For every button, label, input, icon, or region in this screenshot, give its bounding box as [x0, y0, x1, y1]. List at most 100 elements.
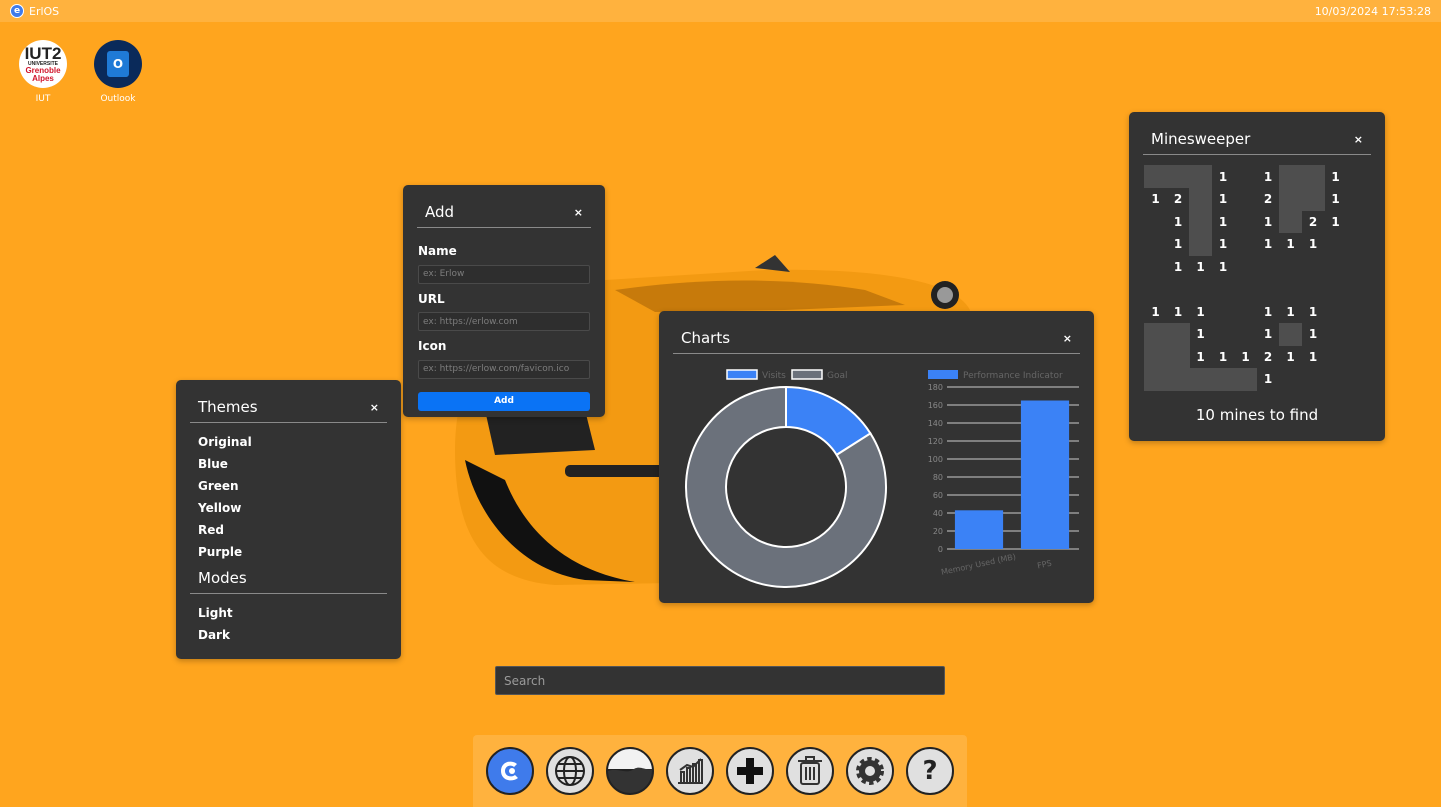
- mine-cell-number[interactable]: 1: [1189, 255, 1212, 278]
- mine-cell-number[interactable]: 1: [1212, 210, 1235, 233]
- mine-cell-number[interactable]: 1: [1302, 233, 1325, 256]
- add-button[interactable]: Add: [418, 391, 590, 411]
- mode-item-light[interactable]: Light: [198, 602, 379, 624]
- mine-cell-number[interactable]: 1: [1257, 368, 1280, 391]
- settings-icon[interactable]: [846, 747, 894, 795]
- mine-cell-number[interactable]: 1: [1257, 165, 1280, 188]
- mine-cell-number[interactable]: 1: [1279, 345, 1302, 368]
- mine-cell-hidden[interactable]: [1189, 232, 1212, 256]
- close-icon[interactable]: ×: [1063, 332, 1072, 345]
- mine-cell-number[interactable]: 1: [1144, 188, 1167, 211]
- mine-cell-number[interactable]: 1: [1324, 210, 1347, 233]
- window-title: Charts: [681, 329, 731, 347]
- mine-cell-hidden[interactable]: [1144, 165, 1167, 188]
- mine-cell-number[interactable]: 1: [1324, 165, 1347, 188]
- mine-cell-number[interactable]: 2: [1257, 345, 1280, 368]
- mine-cell-number[interactable]: 1: [1234, 345, 1257, 368]
- mine-cell-hidden[interactable]: [1144, 345, 1167, 368]
- url-input[interactable]: [418, 312, 590, 331]
- close-icon[interactable]: ×: [1354, 133, 1363, 146]
- mine-cell-number[interactable]: 2: [1302, 210, 1325, 233]
- theme-item-red[interactable]: Red: [198, 519, 379, 541]
- mine-cell-hidden[interactable]: [1189, 210, 1212, 233]
- mine-cell-number[interactable]: 2: [1167, 188, 1190, 211]
- y-tick-label: 120: [928, 437, 943, 446]
- mine-cell-hidden[interactable]: [1279, 322, 1302, 346]
- icon-url-input[interactable]: [418, 359, 590, 379]
- mine-cell-number[interactable]: 1: [1302, 345, 1325, 368]
- x-tick-label: Memory Used (MB): [940, 552, 1016, 577]
- bar: [1020, 400, 1070, 549]
- theme-item-blue[interactable]: Blue: [198, 453, 379, 475]
- mine-cell-hidden[interactable]: [1279, 187, 1302, 211]
- mine-cell-number[interactable]: 1: [1212, 345, 1235, 368]
- mine-cell-number[interactable]: 1: [1279, 233, 1302, 256]
- mine-cell-number[interactable]: 1: [1212, 188, 1235, 211]
- minesweeper-window: Minesweeper × 11112121111211111111111111…: [1129, 112, 1385, 441]
- name-label: Name: [418, 244, 457, 258]
- mine-cell-number[interactable]: 1: [1167, 210, 1190, 233]
- mine-cell-number[interactable]: 1: [1324, 188, 1347, 211]
- desktop-icon-outlook[interactable]: O Outlook: [88, 40, 148, 104]
- erlos-icon[interactable]: [486, 747, 534, 795]
- mine-cell-number[interactable]: 1: [1167, 233, 1190, 256]
- mine-cell-number[interactable]: 1: [1212, 165, 1235, 188]
- trash-icon[interactable]: [786, 747, 834, 795]
- mine-cell-number[interactable]: 1: [1212, 233, 1235, 256]
- mine-cell-number[interactable]: 1: [1189, 300, 1212, 323]
- mine-cell-number[interactable]: 1: [1257, 210, 1280, 233]
- mine-cell-number[interactable]: 1: [1257, 323, 1280, 346]
- close-icon[interactable]: ×: [370, 401, 379, 414]
- window-title: Minesweeper: [1151, 130, 1251, 148]
- mine-cell-hidden[interactable]: [1301, 187, 1325, 211]
- help-icon[interactable]: ?: [906, 747, 954, 795]
- theme-item-green[interactable]: Green: [198, 475, 379, 497]
- mine-cell-number[interactable]: 1: [1257, 233, 1280, 256]
- globe-icon[interactable]: [546, 747, 594, 795]
- themes-window-header: Themes ×: [190, 380, 387, 423]
- mode-item-dark[interactable]: Dark: [198, 624, 379, 646]
- mine-cell-hidden[interactable]: [1166, 345, 1190, 368]
- mine-cell-number[interactable]: 1: [1257, 300, 1280, 323]
- mine-cell-hidden[interactable]: [1301, 165, 1325, 188]
- mine-cell-number[interactable]: 1: [1302, 300, 1325, 323]
- mine-cell-number[interactable]: 1: [1189, 323, 1212, 346]
- chart-icon[interactable]: [666, 747, 714, 795]
- mine-cell-number[interactable]: 1: [1302, 323, 1325, 346]
- mine-cell-number[interactable]: 2: [1257, 188, 1280, 211]
- wallpaper-icon[interactable]: [606, 747, 654, 795]
- mine-cell-hidden[interactable]: [1234, 367, 1257, 391]
- mine-cell-number[interactable]: 1: [1212, 255, 1235, 278]
- name-input[interactable]: [418, 264, 590, 284]
- mine-cell-number[interactable]: 1: [1167, 300, 1190, 323]
- mine-cell-hidden[interactable]: [1279, 165, 1302, 188]
- theme-item-original[interactable]: Original: [198, 431, 379, 453]
- search-input[interactable]: [495, 666, 945, 695]
- close-icon[interactable]: ×: [574, 206, 583, 219]
- themes-window: Themes × Original Blue Green Yellow Red …: [176, 380, 401, 659]
- mine-cell-hidden[interactable]: [1189, 165, 1212, 188]
- mine-cell-number[interactable]: 1: [1144, 300, 1167, 323]
- theme-item-purple[interactable]: Purple: [198, 541, 379, 563]
- mine-cell-hidden[interactable]: [1144, 322, 1167, 346]
- add-icon[interactable]: [726, 747, 774, 795]
- mine-cell-number[interactable]: 1: [1189, 345, 1212, 368]
- mine-cell-hidden[interactable]: [1166, 367, 1190, 391]
- theme-item-yellow[interactable]: Yellow: [198, 497, 379, 519]
- y-tick-label: 0: [938, 545, 943, 554]
- mine-cell-hidden[interactable]: [1166, 322, 1190, 346]
- window-title: Add: [425, 203, 455, 221]
- mine-cell-hidden[interactable]: [1279, 210, 1302, 233]
- mine-cell-hidden[interactable]: [1189, 187, 1212, 211]
- mine-cell-number[interactable]: 1: [1279, 300, 1302, 323]
- mine-cell-hidden[interactable]: [1166, 165, 1190, 188]
- mine-cell-hidden[interactable]: [1211, 367, 1235, 391]
- desktop-icon-label: IUT: [35, 94, 51, 104]
- iut-logo-icon: IUT2 UNIVERSITE Grenoble Alpes: [19, 40, 67, 88]
- mine-cell-number[interactable]: 1: [1167, 255, 1190, 278]
- legend-label: Visits: [762, 371, 786, 381]
- mine-cell-hidden[interactable]: [1189, 367, 1212, 391]
- os-brand[interactable]: e ErlOS: [10, 4, 59, 18]
- mine-cell-hidden[interactable]: [1144, 367, 1167, 391]
- desktop-icon-iut[interactable]: IUT2 UNIVERSITE Grenoble Alpes IUT: [13, 40, 73, 104]
